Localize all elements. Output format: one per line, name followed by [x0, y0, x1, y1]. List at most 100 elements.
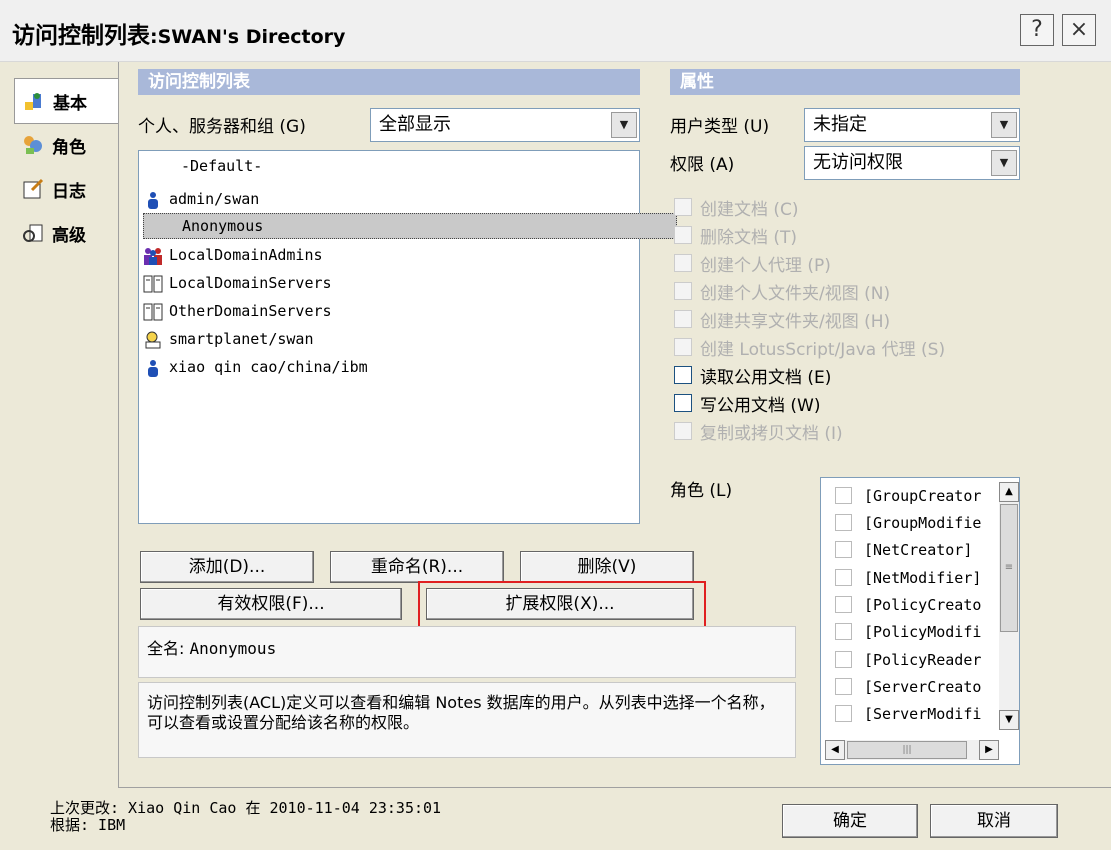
person-icon	[148, 359, 158, 377]
help-button[interactable]: ?	[1020, 14, 1054, 46]
list-item[interactable]: LocalDomainAdmins	[143, 243, 637, 267]
roles-horizontal-scrollbar[interactable]: ◀ ||| ▶	[825, 740, 999, 760]
access-label: 权限 (A)	[670, 155, 735, 175]
checkbox-icon[interactable]	[835, 623, 852, 640]
close-button[interactable]: ×	[1062, 14, 1096, 46]
permission-delete-documents[interactable]: 删除文档 (T)	[674, 222, 797, 248]
acl-entry-list[interactable]: -Default- admin/swan Anonymous LocalDoma…	[138, 150, 677, 524]
fullname-label: 全名:	[147, 639, 185, 658]
checkbox-icon[interactable]	[835, 678, 852, 695]
log-icon	[23, 178, 44, 199]
based-on-text: 根据: IBM	[50, 816, 126, 834]
checkbox-icon[interactable]	[835, 514, 852, 531]
user-type-value: 未指定	[813, 114, 867, 135]
list-item[interactable]: smartplanet/swan	[143, 327, 637, 351]
list-item[interactable]: [ServerModifi	[835, 700, 981, 727]
fullname-box: 全名: Anonymous	[138, 626, 796, 678]
delete-button[interactable]: 删除(V)	[520, 551, 694, 583]
rename-button[interactable]: 重命名(R)...	[330, 551, 504, 583]
permission-replicate-documents[interactable]: 复制或拷贝文档 (I)	[674, 418, 843, 444]
list-item[interactable]: [NetCreator]	[835, 536, 972, 563]
advanced-icon	[23, 224, 43, 242]
extended-access-button[interactable]: 扩展权限(X)...	[426, 588, 694, 620]
description-text: 访问控制列表(ACL)定义可以查看和编辑 Notes 数据库的用户。从列表中选择…	[147, 693, 775, 732]
checkbox-icon[interactable]	[674, 366, 692, 384]
user-type-label: 用户类型 (U)	[670, 117, 770, 137]
list-item[interactable]: OtherDomainServers	[143, 299, 637, 323]
permission-create-shared-folders[interactable]: 创建共享文件夹/视图 (H)	[674, 306, 890, 332]
sidebar-item-advanced[interactable]: 高级	[14, 210, 118, 256]
permission-create-private-agents[interactable]: 创建个人代理 (P)	[674, 250, 831, 276]
checkbox-icon[interactable]	[835, 487, 852, 504]
checkbox-icon[interactable]	[835, 651, 852, 668]
checkbox-icon[interactable]	[835, 541, 852, 558]
list-item[interactable]: [GroupModifie	[835, 509, 981, 536]
sidebar-item-log[interactable]: 日志	[14, 166, 118, 212]
sidebar-item-roles[interactable]: 角色	[14, 122, 118, 168]
cancel-button[interactable]: 取消	[930, 804, 1058, 838]
server-group-icon	[143, 275, 163, 292]
window-title: 访问控制列表:SWAN's Directory	[12, 16, 345, 50]
scroll-thumb[interactable]: ≡	[1000, 504, 1018, 632]
list-item[interactable]: [PolicyReader	[835, 646, 981, 673]
ok-button[interactable]: 确定	[782, 804, 918, 838]
list-item-selected[interactable]: Anonymous	[143, 213, 677, 239]
list-item[interactable]: -Default-	[143, 154, 675, 178]
sidebar-item-label: 基本	[53, 93, 87, 114]
permission-create-documents[interactable]: 创建文档 (C)	[674, 194, 799, 220]
server-icon	[145, 331, 161, 348]
filter-dropdown[interactable]: 全部显示 ▼	[370, 108, 640, 142]
checkbox-icon[interactable]	[835, 596, 852, 613]
checkbox-icon[interactable]	[674, 338, 692, 356]
checkbox-icon[interactable]	[674, 310, 692, 328]
title-bar: 访问控制列表:SWAN's Directory ? ×	[0, 0, 1111, 62]
roles-vertical-scrollbar[interactable]: ▲ ≡ ▼	[999, 482, 1019, 730]
roles-label: 角色 (L)	[670, 481, 733, 501]
scroll-thumb-horizontal[interactable]: |||	[847, 741, 967, 759]
checkbox-icon[interactable]	[835, 705, 852, 722]
checkbox-icon[interactable]	[674, 394, 692, 412]
checkbox-icon[interactable]	[674, 198, 692, 216]
permission-create-lotusscript-agents[interactable]: 创建 LotusScript/Java 代理 (S)	[674, 334, 945, 360]
sidebar-item-label: 日志	[52, 181, 86, 202]
filter-label: 个人、服务器和组 (G)	[138, 117, 306, 137]
list-item[interactable]: [GroupCreator	[835, 482, 981, 509]
scroll-up-icon[interactable]: ▲	[999, 482, 1019, 502]
list-item[interactable]: [NetModifier]	[835, 564, 981, 591]
sidebar-item-basic[interactable]: 基本	[14, 78, 120, 124]
access-dropdown[interactable]: 无访问权限 ▼	[804, 146, 1020, 180]
scroll-down-icon[interactable]: ▼	[999, 710, 1019, 730]
chevron-down-icon[interactable]: ▼	[991, 112, 1017, 138]
checkbox-icon[interactable]	[674, 226, 692, 244]
scroll-right-icon[interactable]: ▶	[979, 740, 999, 760]
window-title-sub: :SWAN's Directory	[150, 26, 346, 48]
chevron-down-icon[interactable]: ▼	[611, 112, 637, 138]
permission-create-personal-folders[interactable]: 创建个人文件夹/视图 (N)	[674, 278, 890, 304]
effective-access-button[interactable]: 有效权限(F)...	[140, 588, 402, 620]
roles-list[interactable]: [GroupCreator [GroupModifie [NetCreator]…	[820, 477, 1020, 765]
roles-icon	[24, 136, 42, 154]
checkbox-icon[interactable]	[674, 422, 692, 440]
checkbox-icon[interactable]	[674, 282, 692, 300]
list-item[interactable]: xiao qin cao/china/ibm	[143, 355, 637, 379]
permission-read-public-documents[interactable]: 读取公用文档 (E)	[674, 362, 831, 388]
user-type-dropdown[interactable]: 未指定 ▼	[804, 108, 1020, 142]
list-item[interactable]: [ServerCreato	[835, 673, 981, 700]
checkbox-icon[interactable]	[674, 254, 692, 272]
checkbox-icon[interactable]	[835, 569, 852, 586]
person-icon	[148, 191, 158, 209]
attributes-section-header: 属性	[670, 69, 1020, 95]
sidebar-item-label: 高级	[52, 225, 86, 246]
filter-value: 全部显示	[379, 114, 451, 135]
chevron-down-icon[interactable]: ▼	[991, 150, 1017, 176]
list-item[interactable]: admin/swan	[143, 187, 637, 211]
acl-section-header: 访问控制列表	[138, 69, 640, 95]
permissions-group: 创建文档 (C) 删除文档 (T) 创建个人代理 (P) 创建个人文件夹/视图 …	[674, 194, 1020, 464]
list-item[interactable]: [PolicyModifi	[835, 618, 981, 645]
list-item[interactable]: LocalDomainServers	[143, 271, 637, 295]
server-group-icon	[143, 303, 163, 320]
scroll-left-icon[interactable]: ◀	[825, 740, 845, 760]
list-item[interactable]: [PolicyCreato	[835, 591, 981, 618]
add-button[interactable]: 添加(D)...	[140, 551, 314, 583]
permission-write-public-documents[interactable]: 写公用文档 (W)	[674, 390, 820, 416]
